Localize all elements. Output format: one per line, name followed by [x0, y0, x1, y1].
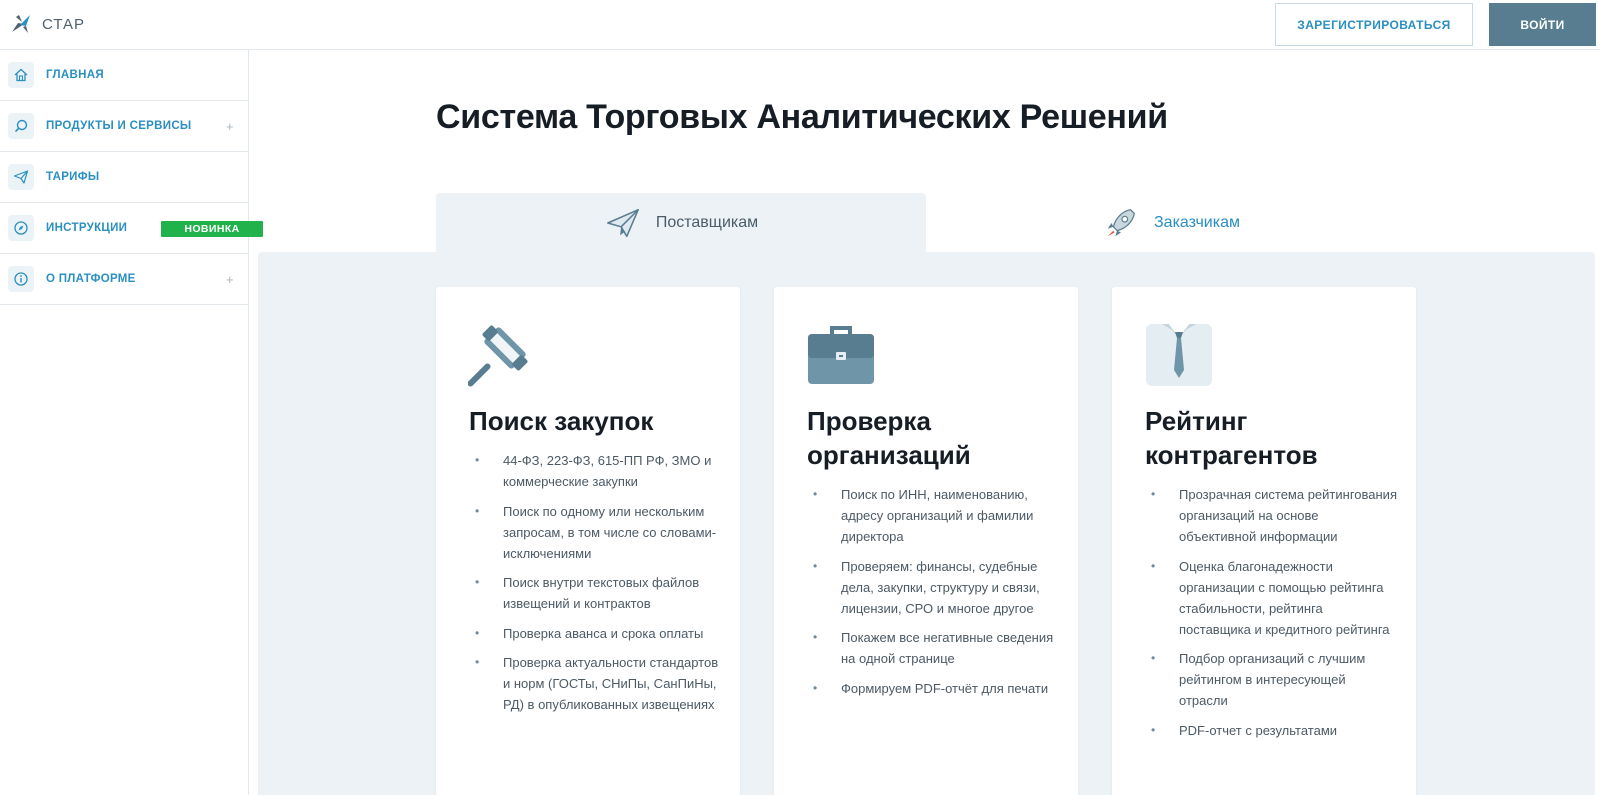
tab-customers[interactable]: Заказчикам	[926, 193, 1416, 253]
gavel-icon	[468, 325, 528, 387]
list-item: Поиск по одному или нескольким запросам,…	[471, 501, 721, 564]
list-item: Прозрачная система рейтингования организ…	[1147, 484, 1397, 547]
tab-suppliers[interactable]: Поставщикам	[436, 193, 926, 253]
sidebar-item-home[interactable]: ГЛАВНАЯ	[0, 50, 248, 101]
card-title: Проверка организаций	[807, 406, 971, 470]
card-feature-list: 44-ФЗ, 223-ФЗ, 615-ПП РФ, ЗМО и коммерче…	[471, 450, 721, 724]
card-counterparty-rating[interactable]: Рейтинг контрагентов Прозрачная система …	[1112, 287, 1416, 795]
list-item: PDF-отчет с результатами	[1147, 720, 1397, 741]
login-button[interactable]: ВОЙТИ	[1489, 3, 1596, 46]
sidebar-item-label: ПРОДУКТЫ И СЕРВИСЫ	[46, 120, 192, 132]
top-header: СТАР ЗАРЕГИСТРИРОВАТЬСЯ ВОЙТИ	[0, 0, 1600, 50]
list-item: Проверка аванса и срока оплаты	[471, 623, 721, 644]
sidebar-item-label: ТАРИФЫ	[46, 171, 100, 183]
card-feature-list: Прозрачная система рейтингования организ…	[1147, 484, 1397, 749]
sidebar-item-label: О ПЛАТФОРМЕ	[46, 273, 136, 285]
list-item: Формируем PDF-отчёт для печати	[809, 678, 1059, 699]
expand-plus-icon[interactable]: +	[226, 119, 234, 134]
page-title: Система Торговых Аналитических Решений	[436, 98, 1168, 136]
card-organization-check[interactable]: Проверка организаций Поиск по ИНН, наиме…	[774, 287, 1078, 795]
sidebar-item-label: ИНСТРУКЦИИ	[46, 222, 128, 234]
tab-label: Поставщикам	[655, 214, 759, 231]
home-icon	[8, 62, 34, 88]
info-icon	[8, 266, 34, 292]
list-item: Покажем все негативные сведения на одной…	[809, 627, 1059, 669]
card-title: Поиск закупок	[469, 406, 654, 436]
list-item: 44-ФЗ, 223-ФЗ, 615-ПП РФ, ЗМО и коммерче…	[471, 450, 721, 492]
sidebar-item-label: ГЛАВНАЯ	[46, 69, 104, 81]
paper-plane-icon	[606, 208, 639, 238]
list-item: Поиск внутри текстовых файлов извещений …	[471, 572, 721, 614]
sidebar-item-products[interactable]: ПРОДУКТЫ И СЕРВИСЫ +	[0, 101, 248, 152]
card-title: Рейтинг контрагентов	[1145, 406, 1318, 470]
sidebar-item-instructions[interactable]: ИНСТРУКЦИИ НОВИНКА	[0, 203, 263, 254]
tab-label: Заказчикам	[1154, 214, 1240, 231]
sidebar: ГЛАВНАЯ ПРОДУКТЫ И СЕРВИСЫ + ТАРИФЫ ИНСТ…	[0, 50, 263, 795]
expand-plus-icon[interactable]: +	[226, 272, 234, 287]
shirt-tie-icon	[1146, 323, 1212, 386]
logo-text: СТАР	[42, 15, 86, 33]
paper-plane-icon	[8, 164, 34, 190]
rocket-icon	[1107, 209, 1135, 237]
sidebar-item-about[interactable]: О ПЛАТФОРМЕ +	[0, 254, 248, 305]
list-item: Проверяем: финансы, судебные дела, закуп…	[809, 556, 1059, 619]
new-badge: НОВИНКА	[161, 221, 263, 237]
list-item: Оценка благонадежности организации с пом…	[1147, 556, 1397, 640]
register-button[interactable]: ЗАРЕГИСТРИРОВАТЬСЯ	[1275, 3, 1473, 46]
card-feature-list: Поиск по ИНН, наименованию, адресу орган…	[809, 484, 1059, 707]
compass-icon	[8, 215, 34, 241]
logo[interactable]: СТАР	[10, 12, 85, 36]
list-item: Проверка актуальности стандартов и норм …	[471, 652, 721, 715]
card-procurement-search[interactable]: Поиск закупок 44-ФЗ, 223-ФЗ, 615-ПП РФ, …	[436, 287, 740, 795]
search-icon	[8, 113, 34, 139]
star-logo-icon	[12, 15, 30, 33]
sidebar-item-tariffs[interactable]: ТАРИФЫ	[0, 152, 248, 203]
briefcase-icon	[808, 326, 874, 384]
list-item: Подбор организаций с лучшим рейтингом в …	[1147, 648, 1397, 711]
list-item: Поиск по ИНН, наименованию, адресу орган…	[809, 484, 1059, 547]
